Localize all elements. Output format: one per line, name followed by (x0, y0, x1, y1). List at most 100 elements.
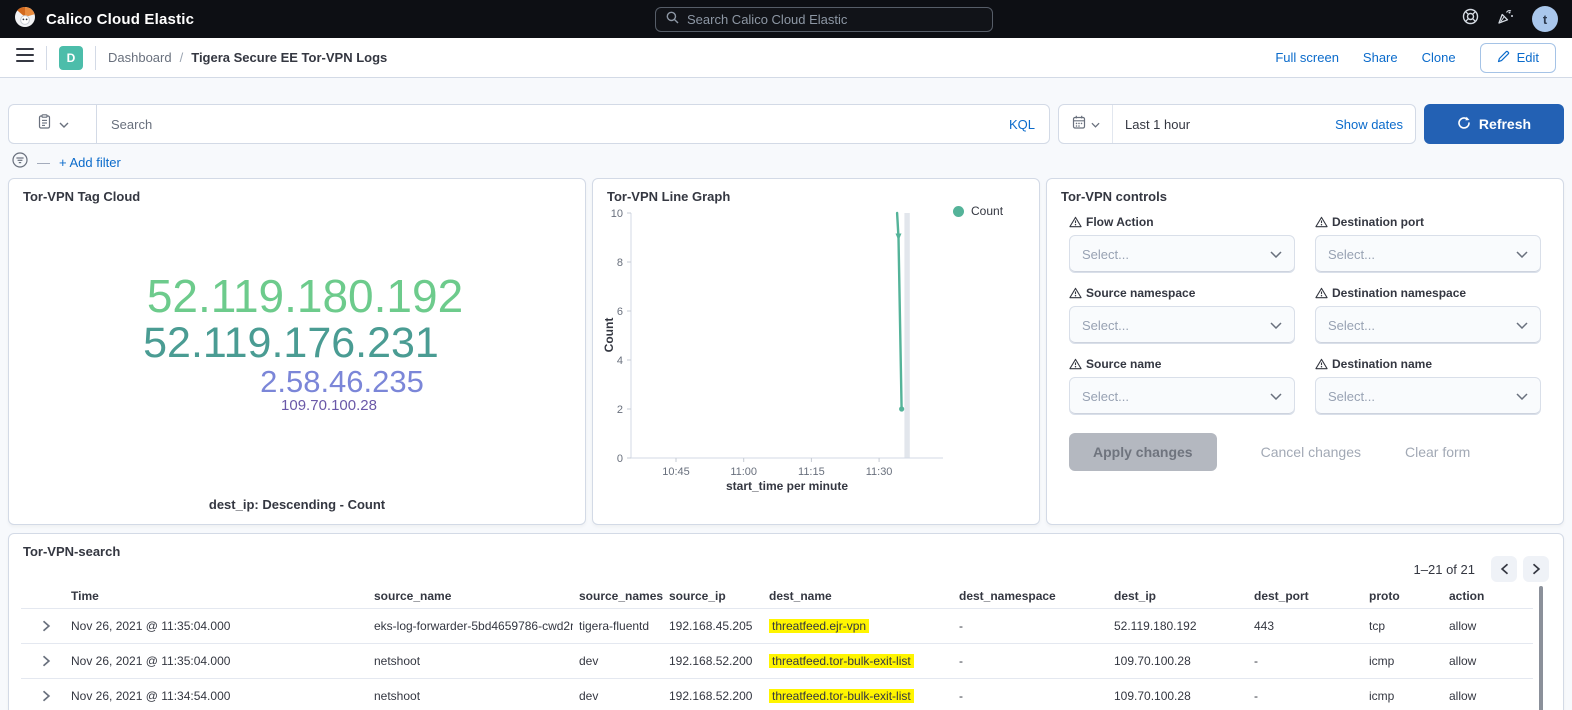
add-filter-button[interactable]: + Add filter (59, 155, 121, 170)
filter-icon[interactable] (12, 152, 28, 173)
legend-item-count[interactable]: Count (953, 204, 1003, 218)
tag-cloud-caption: dest_ip: Descending - Count (9, 497, 585, 512)
tag-term[interactable]: 109.70.100.28 (281, 398, 377, 414)
clear-form-button[interactable]: Clear form (1405, 444, 1470, 460)
query-input[interactable] (111, 117, 1001, 132)
pagination-next-button[interactable] (1523, 556, 1549, 582)
user-avatar[interactable]: t (1532, 6, 1558, 32)
pagination-label: 1–21 of 21 (1414, 562, 1475, 577)
svg-text:6: 6 (617, 306, 623, 318)
svg-text:11:30: 11:30 (866, 466, 893, 478)
kql-search-box: KQL (96, 104, 1050, 144)
table-row: Nov 26, 2021 @ 11:34:54.000netshootdev19… (21, 678, 1533, 710)
menu-icon[interactable] (16, 48, 34, 67)
cell-source-namespace: tigera-fluentd (573, 619, 663, 633)
cell-dest-ip: 52.119.180.192 (1108, 619, 1248, 633)
cell-source-name: eks-log-forwarder-5bd4659786-cwd2r (368, 619, 573, 633)
col-header-dest-name: dest_name (763, 589, 953, 603)
refresh-button[interactable]: Refresh (1424, 104, 1564, 144)
cell-time: Nov 26, 2021 @ 11:35:04.000 (65, 654, 368, 668)
cell-proto: icmp (1363, 654, 1443, 668)
col-header-dest-ip: dest_ip (1108, 589, 1248, 603)
top-app-bar: Calico Cloud Elastic t (0, 0, 1572, 38)
saved-query-icon (37, 114, 52, 134)
date-picker-quick-menu[interactable] (1059, 105, 1113, 143)
saved-queries-button[interactable] (8, 104, 96, 144)
destination-namespace-select[interactable]: Select... (1315, 306, 1541, 344)
source-namespace-select[interactable]: Select... (1069, 306, 1295, 344)
vertical-scrollbar[interactable] (1539, 586, 1543, 710)
help-icon[interactable] (1462, 8, 1479, 30)
global-search[interactable] (655, 7, 993, 32)
cell-dest-port: - (1248, 654, 1363, 668)
tag-term[interactable]: 52.119.176.231 (143, 321, 439, 366)
source-name-select[interactable]: Select... (1069, 377, 1295, 415)
tag-cloud-panel: Tor-VPN Tag Cloud 52.119.180.19252.119.1… (8, 178, 586, 525)
control-destination-namespace: Destination namespaceSelect... (1315, 286, 1541, 344)
warning-icon (1315, 216, 1328, 228)
control-label: Source namespace (1069, 286, 1295, 300)
expand-row-button[interactable] (42, 655, 51, 667)
expand-row-button[interactable] (42, 690, 51, 702)
table-body: Nov 26, 2021 @ 11:35:04.000 eks-log-forwa… (21, 608, 1533, 710)
breadcrumb-dashboard[interactable]: Dashboard (108, 50, 172, 65)
expand-row-button[interactable] (42, 620, 51, 632)
col-header-source-namespace: source_namespace (573, 589, 663, 603)
col-header-source-name: source_name (368, 589, 573, 603)
filter-dash: — (37, 155, 50, 170)
chevron-down-icon (1516, 393, 1528, 400)
newsfeed-icon[interactable] (1497, 8, 1514, 30)
controls-grid: Flow ActionSelect...Destination portSele… (1069, 215, 1541, 415)
col-header-dest-namespace: dest_namespace (953, 589, 1108, 603)
breadcrumb: Dashboard / Tigera Secure EE Tor-VPN Log… (108, 50, 387, 65)
svg-text:4: 4 (617, 355, 623, 367)
x-axis-title: start_time per minute (631, 479, 943, 493)
apply-changes-button[interactable]: Apply changes (1069, 433, 1217, 471)
show-dates-button[interactable]: Show dates (1335, 117, 1415, 132)
share-button[interactable]: Share (1363, 50, 1398, 65)
destination-port-select[interactable]: Select... (1315, 235, 1541, 273)
warning-icon (1069, 358, 1082, 370)
cell-dest-name: threatfeed.tor-bulk-exit-list (763, 654, 953, 668)
highlighted-term: threatfeed.ejr-vpn (769, 619, 869, 633)
controls-buttons: Apply changes Cancel changes Clear form (1069, 433, 1470, 471)
page-title: Tigera Secure EE Tor-VPN Logs (191, 50, 387, 65)
cell-source-ip: 192.168.45.205 (663, 619, 763, 633)
svg-text:2: 2 (617, 404, 623, 416)
cell-dest-namespace: - (953, 689, 1108, 703)
svg-text:11:15: 11:15 (798, 466, 825, 478)
warning-icon (1069, 216, 1082, 228)
tag-term[interactable]: 2.58.46.235 (260, 366, 424, 398)
clone-button[interactable]: Clone (1422, 50, 1456, 65)
svg-text:0: 0 (617, 453, 623, 465)
chevron-down-icon (1516, 251, 1528, 258)
refresh-icon (1457, 116, 1471, 133)
time-range-value[interactable]: Last 1 hour (1113, 117, 1190, 132)
global-search-input[interactable] (687, 12, 982, 27)
full-screen-button[interactable]: Full screen (1275, 50, 1339, 65)
edit-button[interactable]: Edit (1480, 43, 1556, 73)
cell-dest-port: 443 (1248, 619, 1363, 633)
pagination-prev-button[interactable] (1491, 556, 1517, 582)
breadcrumb-bar: D Dashboard / Tigera Secure EE Tor-VPN L… (0, 38, 1572, 78)
control-destination-name: Destination nameSelect... (1315, 357, 1541, 415)
cell-source-namespace: dev (573, 689, 663, 703)
query-language-button[interactable]: KQL (1009, 117, 1035, 132)
dashboard-app-badge[interactable]: D (59, 46, 83, 70)
divider (95, 46, 96, 70)
tag-term[interactable]: 52.119.180.192 (147, 273, 463, 321)
line-chart-svg: 024681010:4511:0011:1511:30 (593, 179, 1039, 524)
cell-source-namespace: dev (573, 654, 663, 668)
cancel-changes-button[interactable]: Cancel changes (1261, 444, 1361, 460)
control-source-namespace: Source namespace Select... (1069, 286, 1295, 344)
cell-time: Nov 26, 2021 @ 11:34:54.000 (65, 689, 368, 703)
svg-text:10:45: 10:45 (662, 466, 690, 478)
search-results-panel: Tor-VPN-search 1–21 of 21 Timesource_nam… (8, 533, 1564, 710)
col-header-source-ip: source_ip (663, 589, 763, 603)
pencil-icon (1497, 50, 1510, 66)
destination-name-select[interactable]: Select... (1315, 377, 1541, 415)
cell-action: allow (1443, 689, 1529, 703)
cell-source-ip: 192.168.52.200 (663, 689, 763, 703)
tag-cloud-terms: 52.119.180.19252.119.176.2312.58.46.2351… (9, 209, 585, 478)
flow-action-select[interactable]: Select... (1069, 235, 1295, 273)
